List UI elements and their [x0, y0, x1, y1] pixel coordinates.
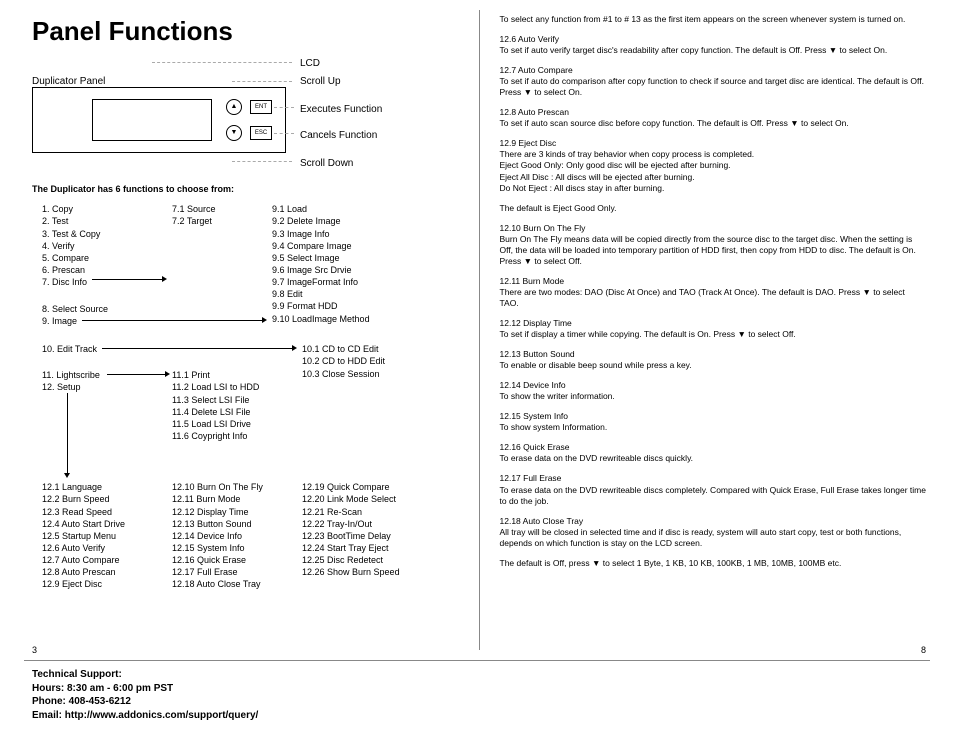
edit-track: 10. Edit Track — [42, 344, 97, 354]
right-page: To select any function from #1 to # 13 a… — [480, 0, 954, 660]
down-button: ▼ — [226, 125, 242, 141]
ent-label: ENT — [255, 103, 267, 111]
footer-phone: Phone: 408-453-6212 — [32, 695, 258, 709]
sub-7: 7.1 Source 7.2 Target — [172, 203, 216, 227]
page-title: Panel Functions — [32, 14, 459, 49]
footer-separator — [24, 660, 930, 661]
sub-10: 10.1 CD to CD Edit 10.2 CD to HDD Edit 1… — [302, 343, 385, 379]
footer-hours: Hours: 8:30 am - 6:00 pm PST — [32, 682, 258, 696]
esc-button: ESC — [250, 126, 272, 140]
page-number-left: 3 — [32, 644, 37, 656]
sub-12a: 12.1 Language 12.2 Burn Speed 12.3 Read … — [42, 481, 125, 590]
up-icon: ▲ — [231, 102, 238, 111]
footer-email: Email: http://www.addonics.com/support/q… — [32, 709, 258, 723]
main-functions-2: 8. Select Source 9. Image — [42, 303, 108, 327]
footer: Technical Support: Hours: 8:30 am - 6:00… — [32, 668, 258, 722]
page-number-right: 8 — [921, 644, 926, 656]
sub-12b: 12.10 Burn On The Fly 12.11 Burn Mode 12… — [172, 481, 263, 590]
sub-9: 9.1 Load 9.2 Delete Image 9.3 Image Info… — [272, 203, 370, 324]
scroll-up-label: Scroll Up — [300, 75, 341, 89]
esc-label: ESC — [255, 129, 267, 137]
sub-11: 11.1 Print 11.2 Load LSI to HDD 11.3 Sel… — [172, 369, 259, 442]
page-wrap: Panel Functions LCD Duplicator Panel Scr… — [0, 0, 954, 660]
cancels-label: Cancels Function — [300, 129, 377, 143]
panel-diagram: LCD Duplicator Panel Scroll Up Executes … — [32, 57, 459, 177]
scroll-down-label: Scroll Down — [300, 157, 353, 171]
main-functions-1: 1. Copy 2. Test 3. Test & Copy 4. Verify… — [42, 203, 100, 288]
up-button: ▲ — [226, 99, 242, 115]
ent-button: ENT — [250, 100, 272, 114]
left-page: Panel Functions LCD Duplicator Panel Scr… — [0, 0, 479, 660]
instruction-text: The Duplicator has 6 functions to choose… — [32, 183, 459, 195]
lcd-label: LCD — [300, 57, 320, 71]
footer-support: Technical Support: — [32, 668, 258, 682]
sub-12c: 12.19 Quick Compare 12.20 Link Mode Sele… — [302, 481, 400, 578]
down-icon: ▼ — [231, 128, 238, 137]
intro-text: To select any function from #1 to # 13 a… — [500, 14, 927, 25]
executes-label: Executes Function — [300, 103, 382, 117]
lcd-box — [92, 99, 212, 141]
main-functions-3: 11. Lightscribe 12. Setup — [42, 369, 100, 393]
function-grid: 1. Copy 2. Test 3. Test & Copy 4. Verify… — [32, 203, 459, 623]
